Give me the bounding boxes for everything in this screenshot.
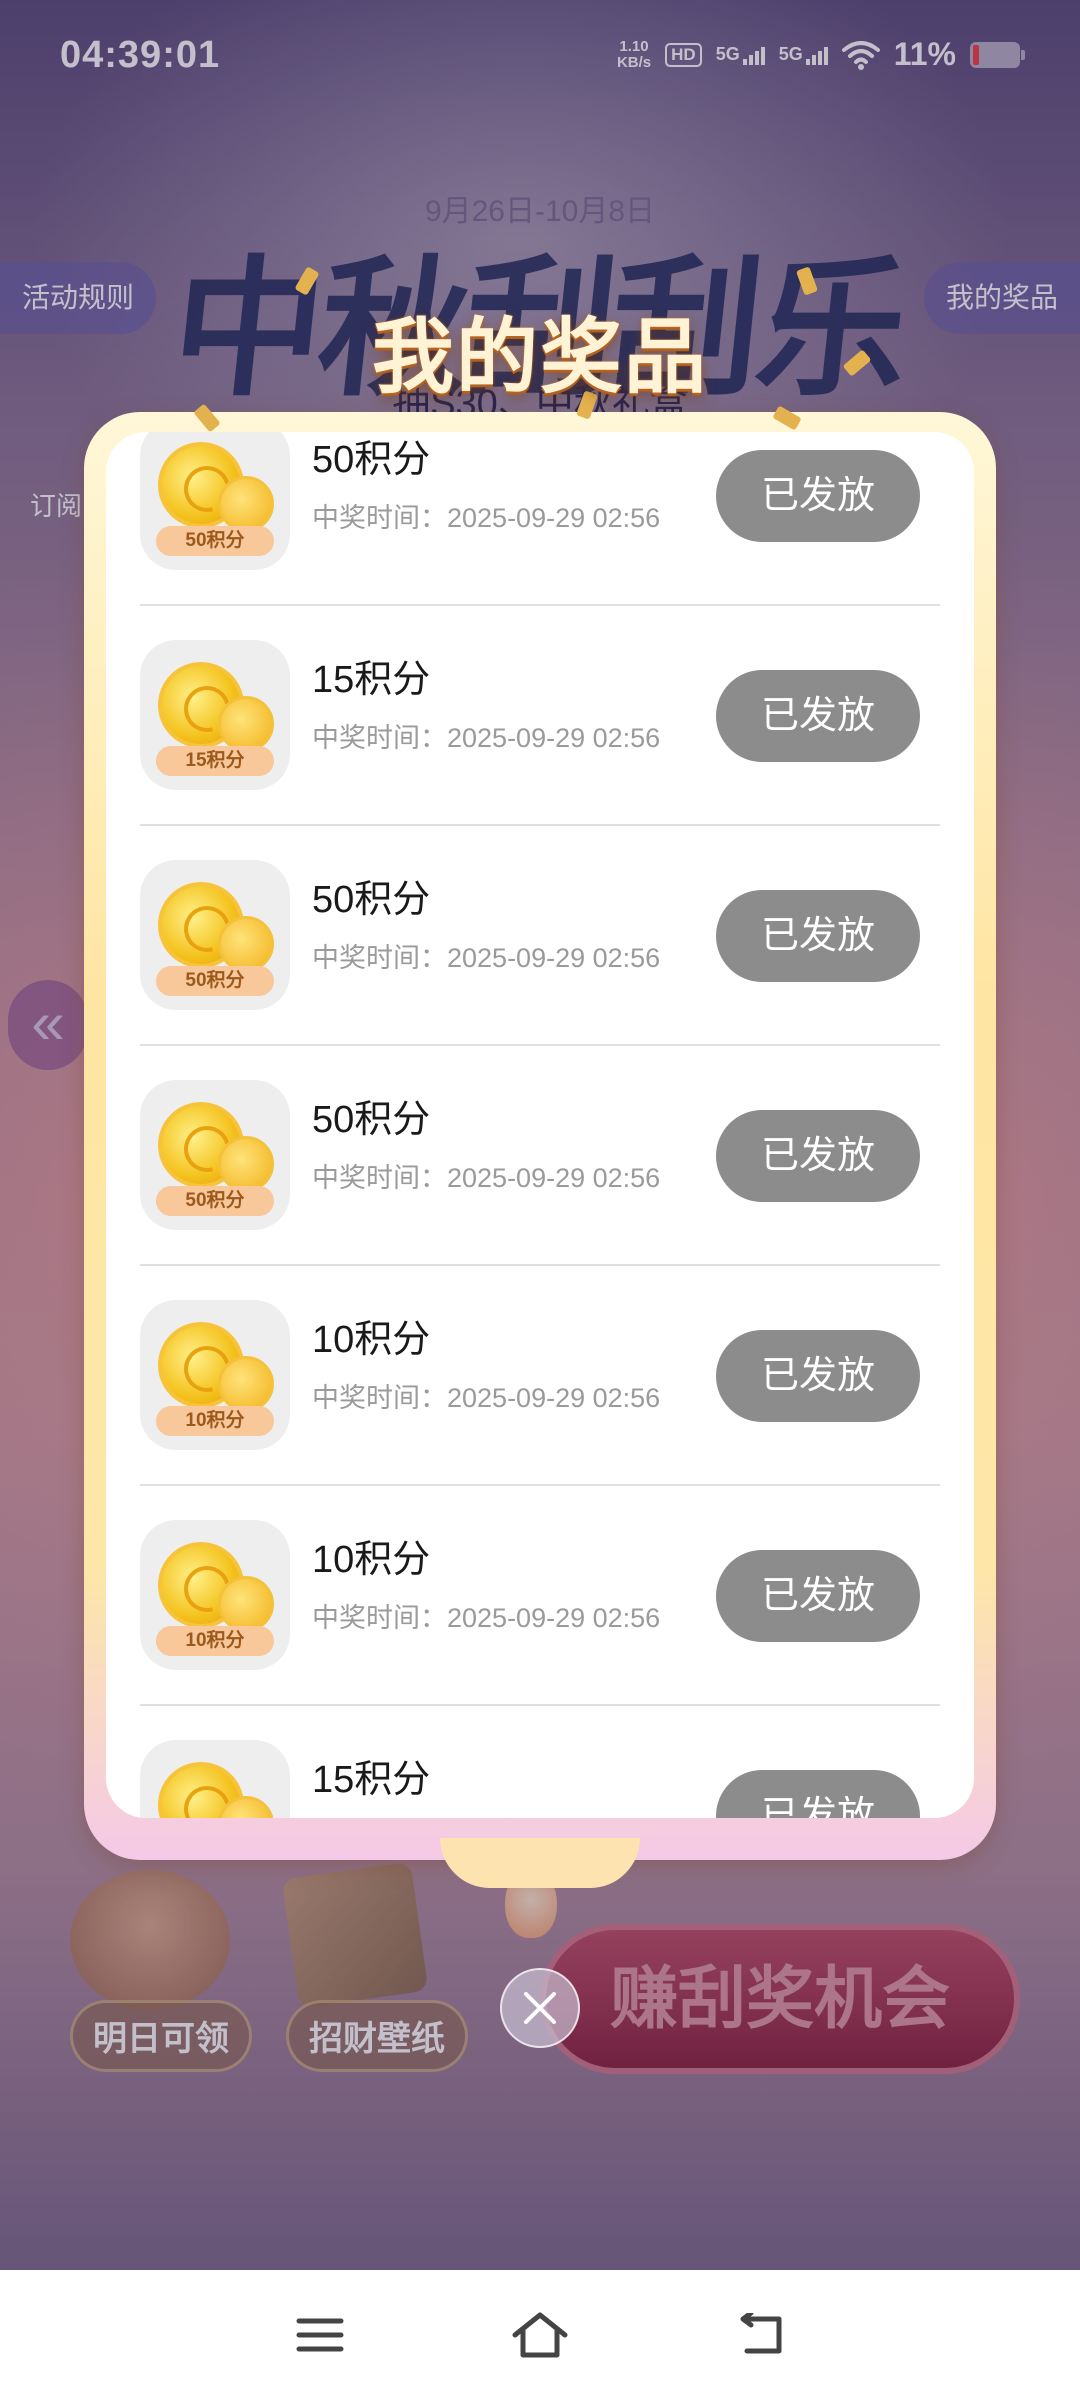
coin-prize-icon: 15积分: [140, 640, 290, 790]
home-button[interactable]: [510, 2305, 570, 2365]
prize-name: 50积分: [312, 439, 431, 481]
coin-icon-small: [218, 916, 274, 972]
prize-icon-tag: 15积分: [156, 746, 274, 776]
coin-prize-icon: 50积分: [140, 432, 290, 570]
prize-list[interactable]: 50积分 50积分 中奖时间：2025-09-29 02:56 已发放 15积分…: [140, 432, 940, 1818]
prize-row: 50积分 50积分 中奖时间：2025-09-29 02:56 已发放: [140, 432, 940, 606]
prize-row: 10积分 10积分 中奖时间：2025-09-29 02:56 已发放: [140, 1266, 940, 1486]
prize-win-time: 中奖时间：2025-09-29 02:56: [312, 1603, 661, 1633]
back-button[interactable]: [730, 2305, 790, 2365]
back-icon: [740, 2313, 782, 2354]
prize-status-button[interactable]: 已发放: [716, 1330, 920, 1422]
prize-name: 50积分: [312, 1099, 431, 1141]
prize-icon-tag: 10积分: [156, 1626, 274, 1656]
prize-icon-tag: 10积分: [156, 1406, 274, 1436]
prize-status-button[interactable]: 已发放: [716, 1110, 920, 1202]
prize-win-time: 中奖时间：2025-09-29 02:56: [312, 1163, 661, 1193]
modal-tail: [440, 1838, 640, 1888]
coin-prize-icon: 10积分: [140, 1520, 290, 1670]
home-icon: [512, 2312, 568, 2358]
coin-prize-icon: 15积分: [140, 1740, 290, 1818]
prize-icon-tag: 50积分: [156, 526, 274, 556]
prize-row: 15积分 15积分 已发放: [140, 1706, 940, 1818]
menu-icon: [296, 2318, 344, 2352]
coin-prize-icon: 50积分: [140, 860, 290, 1010]
prize-icon-tag: 50积分: [156, 1186, 274, 1216]
close-icon: [524, 1992, 556, 2024]
prize-win-time: 中奖时间：2025-09-29 02:56: [312, 723, 661, 753]
prize-status-button[interactable]: 已发放: [716, 670, 920, 762]
prize-name: 10积分: [312, 1539, 431, 1581]
prize-name: 15积分: [312, 659, 431, 701]
prize-status-button[interactable]: 已发放: [716, 1770, 920, 1818]
prize-name: 10积分: [312, 1319, 431, 1361]
coin-prize-icon: 50积分: [140, 1080, 290, 1230]
prize-row: 10积分 10积分 中奖时间：2025-09-29 02:56 已发放: [140, 1486, 940, 1706]
modal-title: 我的奖品: [371, 312, 708, 403]
prize-list-card[interactable]: 50积分 50积分 中奖时间：2025-09-29 02:56 已发放 15积分…: [106, 432, 974, 1818]
prize-row: 15积分 15积分 中奖时间：2025-09-29 02:56 已发放: [140, 606, 940, 826]
prize-win-time: 中奖时间：2025-09-29 02:56: [312, 943, 661, 973]
coin-icon-small: [218, 476, 274, 532]
prize-status-button[interactable]: 已发放: [716, 450, 920, 542]
prize-name: 15积分: [312, 1759, 431, 1801]
close-button[interactable]: [500, 1968, 580, 2048]
prize-name: 50积分: [312, 879, 431, 921]
prize-icon-tag: 50积分: [156, 966, 274, 996]
menu-button[interactable]: [290, 2305, 350, 2365]
coin-icon-small: [218, 1356, 274, 1412]
prize-row: 50积分 50积分 中奖时间：2025-09-29 02:56 已发放: [140, 1046, 940, 1266]
prize-status-button[interactable]: 已发放: [716, 1550, 920, 1642]
prize-status-button[interactable]: 已发放: [716, 890, 920, 982]
coin-icon-small: [218, 1136, 274, 1192]
coin-prize-icon: 10积分: [140, 1300, 290, 1450]
coin-icon-small: [218, 696, 274, 752]
prize-win-time: 中奖时间：2025-09-29 02:56: [312, 503, 661, 533]
coin-icon-small: [218, 1576, 274, 1632]
prize-win-time: 中奖时间：2025-09-29 02:56: [312, 1383, 661, 1413]
navigation-bar: [0, 2270, 1080, 2400]
prize-row: 50积分 50积分 中奖时间：2025-09-29 02:56 已发放: [140, 826, 940, 1046]
